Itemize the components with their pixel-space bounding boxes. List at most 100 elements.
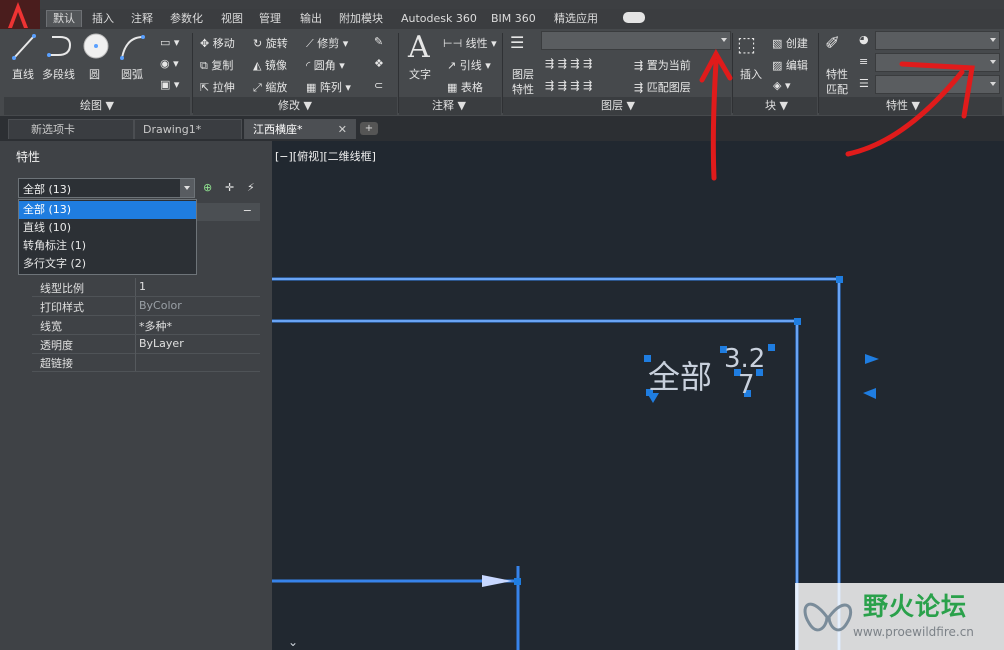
filter-option-line[interactable]: 直线 (10)	[19, 219, 196, 237]
arc-icon[interactable]	[118, 33, 146, 61]
ribbon-tab-featured-apps[interactable]: 精选应用	[548, 11, 604, 27]
match-layer-label: 匹配图层	[646, 81, 691, 94]
copy-icon: ⧉	[200, 59, 208, 72]
mtext-label-a[interactable]: 全部	[648, 358, 712, 396]
rotate-label: 旋转	[265, 37, 288, 50]
ribbon-minimize-toggle[interactable]	[623, 12, 645, 23]
dimension-arrowhead	[482, 575, 512, 587]
mtext-label-c[interactable]: 7	[738, 370, 755, 400]
table-button[interactable]: ▦ 表格	[447, 79, 483, 95]
layer-tools-row1[interactable]: ⇶ ⇶ ⇶ ⇶	[545, 57, 592, 70]
ribbon-tab-home[interactable]: 默认	[46, 10, 82, 27]
rotate-icon: ↻	[253, 37, 263, 50]
selection-filter-value: 全部 (13)	[23, 183, 72, 196]
ribbon-tab-insert[interactable]: 插入	[86, 11, 120, 27]
fillet-icon: ◜	[306, 59, 311, 72]
filter-option-dimension[interactable]: 转角标注 (1)	[19, 237, 196, 255]
stretch-icon: ⇱	[200, 81, 210, 94]
rectangle-icon[interactable]: ▭ ▾	[160, 36, 179, 49]
selection-filter-dropdown[interactable]: 全部 (13)	[18, 178, 195, 198]
prop-row-lineweight[interactable]: 线宽 *多种*	[32, 316, 260, 335]
rotate-button[interactable]: ↻ 旋转	[253, 35, 288, 51]
ribbon-tab-bim360[interactable]: BIM 360	[485, 11, 542, 27]
ribbon-tab-view[interactable]: 视图	[215, 11, 249, 27]
grip-arrow	[865, 354, 879, 364]
close-icon[interactable]: ✕	[338, 120, 347, 139]
move-button[interactable]: ✥ 移动	[200, 35, 235, 51]
modify-panel-title[interactable]: 修改 ▼	[278, 98, 312, 114]
palette-title: 特性	[16, 150, 41, 164]
layer-properties-label[interactable]: 特性	[512, 81, 534, 97]
doc-tab-active-drawing[interactable]: 江西横座* ✕	[244, 119, 356, 139]
trim-label: 修剪	[317, 37, 340, 50]
draw-panel-title[interactable]: 绘图 ▼	[80, 98, 114, 114]
prop-value[interactable]: *多种*	[139, 318, 172, 334]
ribbon-tab-autodesk360[interactable]: Autodesk 360	[395, 11, 483, 27]
collapse-icon[interactable]: −	[243, 204, 252, 217]
polyline-label[interactable]: 多段线	[42, 66, 75, 82]
prop-row-hyperlink[interactable]: 超链接	[32, 353, 260, 372]
stretch-button[interactable]: ⇱ 拉伸	[200, 79, 235, 95]
dimension-icon: ⊢⊣	[443, 37, 463, 50]
prop-key: 线型比例	[40, 282, 84, 295]
filter-option-all[interactable]: 全部 (13)	[19, 201, 196, 219]
layer-tools-row2[interactable]: ⇶ ⇶ ⇶ ⇶	[545, 79, 592, 92]
copy-label: 复制	[211, 59, 234, 72]
text-label[interactable]: 文字	[409, 66, 431, 82]
ribbon-tab-annotate[interactable]: 注释	[125, 11, 159, 27]
doc-tab-drawing1[interactable]: Drawing1*	[134, 119, 242, 139]
copy-button[interactable]: ⧉ 复制	[200, 57, 233, 73]
erase-icon[interactable]: ✎	[374, 35, 383, 48]
match-layer-icon: ⇶	[634, 81, 644, 94]
application-menu-button[interactable]	[0, 0, 40, 30]
annotate-panel-title[interactable]: 注释 ▼	[432, 98, 466, 114]
butterfly-logo-icon	[803, 602, 853, 632]
circle-icon[interactable]	[82, 32, 110, 60]
leader-button[interactable]: ↗ 引线 ▾	[447, 57, 491, 73]
selection-filter-list: 全部 (13) 直线 (10) 转角标注 (1) 多行文字 (2)	[18, 199, 197, 275]
arc-label[interactable]: 圆弧	[121, 66, 143, 82]
chevron-down-icon[interactable]	[180, 179, 194, 197]
ribbon-tab-addons[interactable]: 附加模块	[333, 11, 389, 27]
fillet-button[interactable]: ◜ 圆角 ▾	[306, 57, 345, 73]
explode-icon[interactable]: ❖	[374, 57, 384, 70]
layers-panel-title[interactable]: 图层 ▼	[601, 98, 635, 114]
select-objects-icon[interactable]: ✛	[225, 181, 234, 194]
doc-tab-new[interactable]: 新选项卡	[8, 119, 134, 139]
filter-option-mtext[interactable]: 多行文字 (2)	[19, 255, 196, 273]
trim-icon: ⟋	[306, 37, 314, 50]
offset-icon[interactable]: ⊂	[374, 79, 383, 92]
prop-row-linetype-scale[interactable]: 线型比例 1	[32, 278, 260, 297]
prop-key: 超链接	[40, 357, 73, 370]
ribbon-tab-manage[interactable]: 管理	[253, 11, 287, 27]
line-label[interactable]: 直线	[12, 66, 34, 82]
match-layer-button[interactable]: ⇶ 匹配图层	[634, 79, 691, 95]
layer-label[interactable]: 图层	[512, 66, 534, 82]
quick-select-icon[interactable]: ⚡	[247, 181, 255, 194]
ribbon-tab-parametric[interactable]: 参数化	[164, 11, 209, 27]
prop-value[interactable]: ByColor	[139, 299, 182, 312]
leader-icon: ↗	[447, 59, 457, 72]
hatch-icon[interactable]: ◉ ▾	[160, 57, 179, 70]
prop-value[interactable]: ByLayer	[139, 337, 184, 350]
circle-label[interactable]: 圆	[89, 66, 100, 82]
set-current-button[interactable]: ⇶ 置为当前	[634, 57, 691, 73]
new-tab-plus-icon[interactable]: +	[360, 122, 378, 135]
text-icon[interactable]: A	[408, 30, 430, 65]
trim-button[interactable]: ⟋ 修剪 ▾	[306, 35, 348, 51]
array-button[interactable]: ▦ 阵列 ▾	[306, 79, 351, 95]
scale-button[interactable]: ⤢ 缩放	[253, 79, 287, 95]
drawing-canvas[interactable]: 全部 3.2 7 ⌄	[272, 141, 1004, 650]
ribbon-tab-output[interactable]: 输出	[294, 11, 328, 27]
linear-dimension-button[interactable]: ⊢⊣ 线性 ▾	[443, 35, 497, 51]
prop-value[interactable]: 1	[139, 280, 146, 293]
doc-tab-label: 江西横座*	[253, 123, 303, 136]
prop-row-plot-style[interactable]: 打印样式 ByColor	[32, 297, 260, 316]
toggle-pickadd-icon[interactable]: ⊕	[203, 181, 212, 194]
mirror-button[interactable]: ◭ 镜像	[253, 57, 287, 73]
polyline-icon[interactable]	[46, 33, 74, 61]
layer-properties-icon[interactable]: ☰	[510, 33, 524, 52]
boundary-icon[interactable]: ▣ ▾	[160, 78, 179, 91]
prop-row-transparency[interactable]: 透明度 ByLayer	[32, 335, 260, 354]
line-icon[interactable]	[11, 33, 37, 61]
